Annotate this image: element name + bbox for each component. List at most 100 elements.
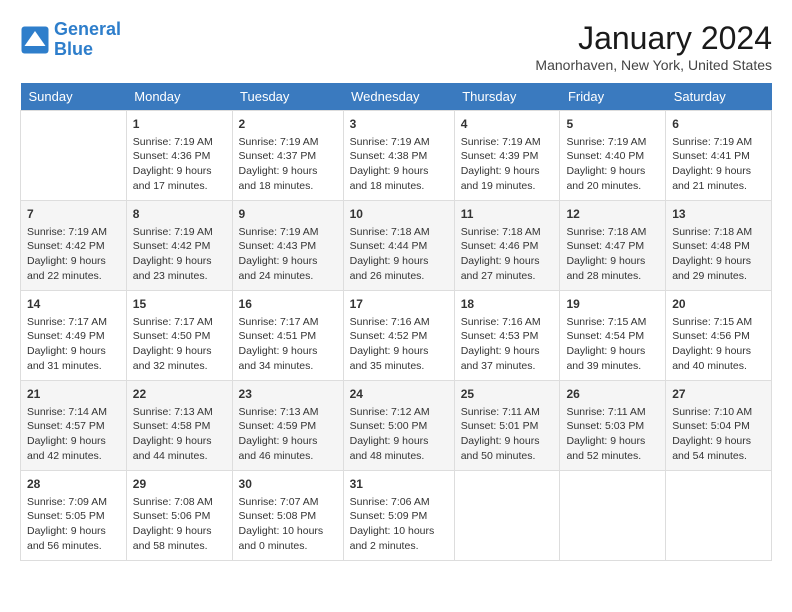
header-cell-saturday: Saturday: [666, 83, 772, 111]
day-content: Sunrise: 7:13 AM Sunset: 4:58 PM Dayligh…: [133, 405, 226, 464]
calendar-cell: 7 Sunrise: 7:19 AM Sunset: 4:42 PM Daylig…: [21, 201, 127, 291]
calendar-cell: 18 Sunrise: 7:16 AM Sunset: 4:53 PM Dayli…: [454, 291, 560, 381]
page-header: General Blue January 2024 Manorhaven, Ne…: [20, 20, 772, 73]
day-number: 8: [133, 206, 226, 223]
week-row-3: 14 Sunrise: 7:17 AM Sunset: 4:49 PM Dayli…: [21, 291, 772, 381]
day-number: 14: [27, 296, 120, 313]
calendar-cell: 16 Sunrise: 7:17 AM Sunset: 4:51 PM Dayli…: [232, 291, 343, 381]
header-cell-tuesday: Tuesday: [232, 83, 343, 111]
calendar-cell: 26Sunrise: 7:11 AM Sunset: 5:03 PM Dayli…: [560, 381, 666, 471]
calendar-cell: 10 Sunrise: 7:18 AM Sunset: 4:44 PM Dayli…: [343, 201, 454, 291]
day-number: 15: [133, 296, 226, 313]
logo-icon: [20, 25, 50, 55]
day-number: 28: [27, 476, 120, 493]
day-number: 11: [461, 206, 554, 223]
day-content: Sunrise: 7:19 AM Sunset: 4:36 PM Dayligh…: [133, 135, 226, 194]
day-number: 25: [461, 386, 554, 403]
calendar-cell: 27Sunrise: 7:10 AM Sunset: 5:04 PM Dayli…: [666, 381, 772, 471]
day-content: Sunrise: 7:19 AM Sunset: 4:38 PM Dayligh…: [350, 135, 448, 194]
day-content: Sunrise: 7:19 AM Sunset: 4:39 PM Dayligh…: [461, 135, 554, 194]
day-content: Sunrise: 7:06 AM Sunset: 5:09 PM Dayligh…: [350, 495, 448, 554]
calendar-cell: 24Sunrise: 7:12 AM Sunset: 5:00 PM Dayli…: [343, 381, 454, 471]
month-title: January 2024: [535, 20, 772, 57]
calendar-cell: [560, 471, 666, 561]
day-number: 5: [566, 116, 659, 133]
header-cell-monday: Monday: [126, 83, 232, 111]
calendar-cell: 29 Sunrise: 7:08 AM Sunset: 5:06 PM Dayli…: [126, 471, 232, 561]
calendar-cell: 25 Sunrise: 7:11 AM Sunset: 5:01 PM Dayli…: [454, 381, 560, 471]
calendar-cell: 2Sunrise: 7:19 AM Sunset: 4:37 PM Daylig…: [232, 111, 343, 201]
calendar-cell: 23Sunrise: 7:13 AM Sunset: 4:59 PM Dayli…: [232, 381, 343, 471]
day-content: Sunrise: 7:13 AM Sunset: 4:59 PM Dayligh…: [239, 405, 337, 464]
calendar-cell: 5 Sunrise: 7:19 AM Sunset: 4:40 PM Daylig…: [560, 111, 666, 201]
week-row-4: 21Sunrise: 7:14 AM Sunset: 4:57 PM Dayli…: [21, 381, 772, 471]
calendar-cell: 21Sunrise: 7:14 AM Sunset: 4:57 PM Dayli…: [21, 381, 127, 471]
day-content: Sunrise: 7:10 AM Sunset: 5:04 PM Dayligh…: [672, 405, 765, 464]
day-number: 31: [350, 476, 448, 493]
calendar-cell: 11Sunrise: 7:18 AM Sunset: 4:46 PM Dayli…: [454, 201, 560, 291]
day-content: Sunrise: 7:15 AM Sunset: 4:54 PM Dayligh…: [566, 315, 659, 374]
day-content: Sunrise: 7:17 AM Sunset: 4:51 PM Dayligh…: [239, 315, 337, 374]
calendar-cell: 30Sunrise: 7:07 AM Sunset: 5:08 PM Dayli…: [232, 471, 343, 561]
header-cell-thursday: Thursday: [454, 83, 560, 111]
day-number: 6: [672, 116, 765, 133]
day-number: 13: [672, 206, 765, 223]
calendar-cell: [666, 471, 772, 561]
calendar-cell: 1Sunrise: 7:19 AM Sunset: 4:36 PM Daylig…: [126, 111, 232, 201]
calendar-cell: 8Sunrise: 7:19 AM Sunset: 4:42 PM Daylig…: [126, 201, 232, 291]
calendar-cell: 19 Sunrise: 7:15 AM Sunset: 4:54 PM Dayli…: [560, 291, 666, 381]
day-content: Sunrise: 7:14 AM Sunset: 4:57 PM Dayligh…: [27, 405, 120, 464]
day-number: 29: [133, 476, 226, 493]
day-content: Sunrise: 7:15 AM Sunset: 4:56 PM Dayligh…: [672, 315, 765, 374]
calendar-cell: [454, 471, 560, 561]
calendar-cell: 6Sunrise: 7:19 AM Sunset: 4:41 PM Daylig…: [666, 111, 772, 201]
calendar-cell: 17 Sunrise: 7:16 AM Sunset: 4:52 PM Dayli…: [343, 291, 454, 381]
day-number: 7: [27, 206, 120, 223]
day-content: Sunrise: 7:16 AM Sunset: 4:53 PM Dayligh…: [461, 315, 554, 374]
day-number: 16: [239, 296, 337, 313]
calendar-cell: 13 Sunrise: 7:18 AM Sunset: 4:48 PM Dayli…: [666, 201, 772, 291]
day-number: 17: [350, 296, 448, 313]
day-number: 2: [239, 116, 337, 133]
day-number: 30: [239, 476, 337, 493]
calendar-cell: 20Sunrise: 7:15 AM Sunset: 4:56 PM Dayli…: [666, 291, 772, 381]
day-content: Sunrise: 7:11 AM Sunset: 5:01 PM Dayligh…: [461, 405, 554, 464]
day-content: Sunrise: 7:16 AM Sunset: 4:52 PM Dayligh…: [350, 315, 448, 374]
day-number: 10: [350, 206, 448, 223]
title-section: January 2024 Manorhaven, New York, Unite…: [535, 20, 772, 73]
day-content: Sunrise: 7:17 AM Sunset: 4:50 PM Dayligh…: [133, 315, 226, 374]
day-content: Sunrise: 7:09 AM Sunset: 5:05 PM Dayligh…: [27, 495, 120, 554]
calendar-cell: 31 Sunrise: 7:06 AM Sunset: 5:09 PM Dayli…: [343, 471, 454, 561]
day-number: 24: [350, 386, 448, 403]
header-cell-sunday: Sunday: [21, 83, 127, 111]
day-content: Sunrise: 7:19 AM Sunset: 4:42 PM Dayligh…: [27, 225, 120, 284]
calendar-cell: 9Sunrise: 7:19 AM Sunset: 4:43 PM Daylig…: [232, 201, 343, 291]
day-number: 4: [461, 116, 554, 133]
logo-line1: General: [54, 19, 121, 39]
week-row-2: 7 Sunrise: 7:19 AM Sunset: 4:42 PM Daylig…: [21, 201, 772, 291]
header-cell-wednesday: Wednesday: [343, 83, 454, 111]
calendar-cell: 12Sunrise: 7:18 AM Sunset: 4:47 PM Dayli…: [560, 201, 666, 291]
logo: General Blue: [20, 20, 121, 60]
day-number: 19: [566, 296, 659, 313]
day-number: 18: [461, 296, 554, 313]
day-content: Sunrise: 7:18 AM Sunset: 4:44 PM Dayligh…: [350, 225, 448, 284]
day-content: Sunrise: 7:19 AM Sunset: 4:40 PM Dayligh…: [566, 135, 659, 194]
calendar-cell: 28 Sunrise: 7:09 AM Sunset: 5:05 PM Dayli…: [21, 471, 127, 561]
day-content: Sunrise: 7:08 AM Sunset: 5:06 PM Dayligh…: [133, 495, 226, 554]
location: Manorhaven, New York, United States: [535, 57, 772, 73]
logo-line2: Blue: [54, 39, 93, 59]
calendar-cell: [21, 111, 127, 201]
calendar-cell: 14 Sunrise: 7:17 AM Sunset: 4:49 PM Dayli…: [21, 291, 127, 381]
logo-text: General Blue: [54, 20, 121, 60]
calendar-cell: 15 Sunrise: 7:17 AM Sunset: 4:50 PM Dayli…: [126, 291, 232, 381]
day-number: 26: [566, 386, 659, 403]
header-row: SundayMondayTuesdayWednesdayThursdayFrid…: [21, 83, 772, 111]
day-number: 9: [239, 206, 337, 223]
week-row-1: 1Sunrise: 7:19 AM Sunset: 4:36 PM Daylig…: [21, 111, 772, 201]
calendar-cell: 3Sunrise: 7:19 AM Sunset: 4:38 PM Daylig…: [343, 111, 454, 201]
day-content: Sunrise: 7:18 AM Sunset: 4:47 PM Dayligh…: [566, 225, 659, 284]
day-number: 22: [133, 386, 226, 403]
day-content: Sunrise: 7:18 AM Sunset: 4:48 PM Dayligh…: [672, 225, 765, 284]
day-content: Sunrise: 7:17 AM Sunset: 4:49 PM Dayligh…: [27, 315, 120, 374]
